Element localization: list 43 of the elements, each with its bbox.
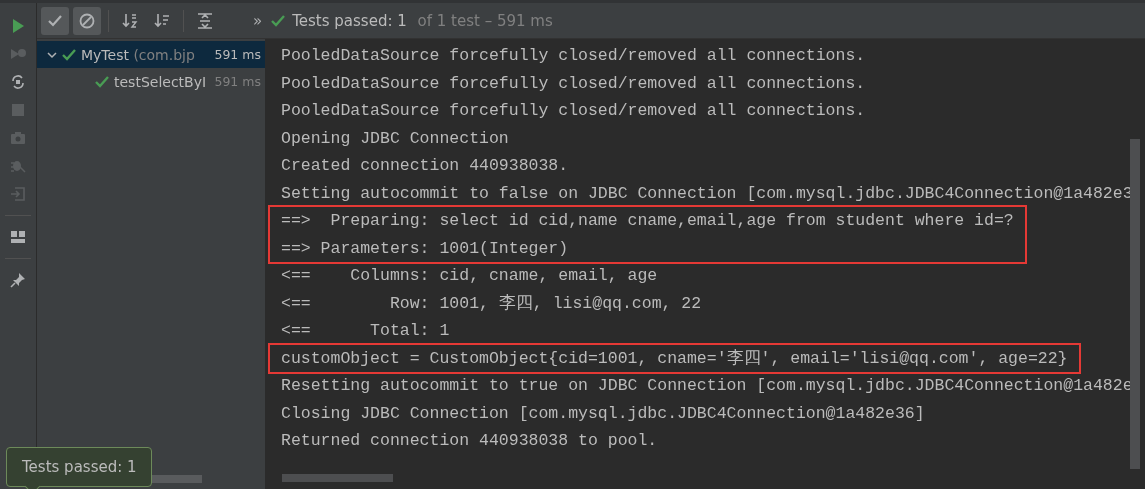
- console-line: customObject = CustomObject{cid=1001, cname='李四', email='lisi@qq.com', age=22}: [281, 347, 1068, 370]
- scrollbar[interactable]: [1130, 139, 1140, 469]
- blocked-icon: [78, 11, 96, 30]
- sort-alpha-icon: [121, 11, 139, 30]
- test-name: MyTest (com.bjp: [81, 46, 195, 63]
- check-icon: [270, 14, 287, 27]
- test-duration: 591 ms: [214, 47, 261, 62]
- test-duration: 591 ms: [214, 74, 261, 89]
- pin-icon: [9, 271, 27, 289]
- test-name: testSelectByI: [114, 73, 207, 90]
- console-line: PooledDataSource forcefully closed/removed all connections.: [281, 100, 867, 122]
- console-line: ==> Preparing: select id cid,name cname,email,age from student where id=?: [281, 210, 1014, 232]
- notification-balloon: Tests passed: 1: [6, 447, 152, 487]
- import-icon: [9, 185, 27, 203]
- check-button[interactable]: [41, 6, 69, 35]
- test-tree-item[interactable]: MyTest (com.bjp 591 ms: [37, 41, 265, 68]
- expand-icon: [196, 11, 214, 30]
- console-line: PooledDataSource forcefully closed/removed all connections.: [281, 72, 867, 95]
- refresh-icon: [9, 73, 27, 91]
- camera-icon: [9, 129, 27, 147]
- console-line: Created connection 440938038.: [281, 155, 570, 177]
- console-line: <== Row: 1001, 李四, lisi@qq.com, 22: [281, 292, 703, 315]
- test-tree-item[interactable]: testSelectByI 591 ms: [37, 68, 265, 95]
- console-line: Resetting autocommit to true on JDBC Connection [com.mysql.jdbc.JDBC4Connection@1a482e: [281, 375, 1134, 397]
- check-icon: [62, 48, 76, 61]
- console-line: Returned connection 440938038 to pool.: [281, 430, 659, 452]
- test-status: Tests passed: 1: [292, 11, 407, 30]
- chevron-icon: [47, 49, 57, 60]
- console-line: Closing JDBC Connection [com.mysql.jdbc.JDBC4Connection@1a482e36]: [281, 402, 926, 425]
- test-summary: of 1 test – 591 ms: [416, 11, 553, 30]
- console-line: Setting autocommit to false on JDBC Connection [com.mysql.jdbc.JDBC4Connection@1a482e3: [281, 182, 1134, 205]
- console-line: <== Columns: cid, cname, email, age: [281, 265, 659, 287]
- console-line: PooledDataSource forcefully closed/removed all connections.: [281, 45, 867, 67]
- layout-icon: [9, 228, 27, 246]
- blocked-button[interactable]: [73, 6, 101, 35]
- console-line: ==> Parameters: 1001(Integer): [281, 237, 570, 260]
- sort-duration-icon: [153, 11, 171, 30]
- stop-icon: [9, 101, 27, 119]
- console-line: Opening JDBC Connection: [281, 127, 510, 150]
- check-icon: [95, 75, 109, 88]
- scrollbar[interactable]: [282, 474, 393, 482]
- console-line: <== Total: 1: [281, 320, 451, 342]
- overflow-chevron[interactable]: »: [253, 11, 263, 30]
